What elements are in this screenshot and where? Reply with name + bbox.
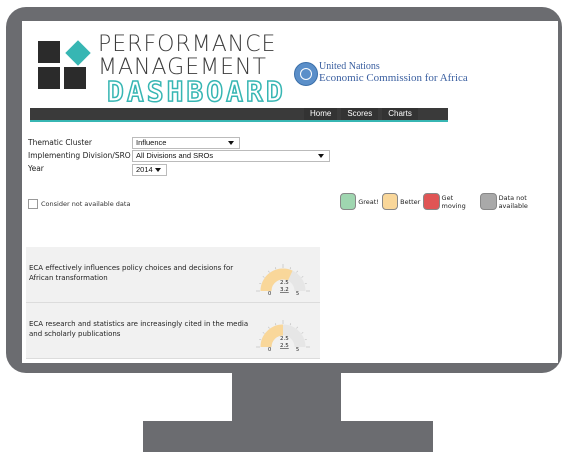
legend-swatch-get-moving: [423, 193, 440, 210]
title-performance: PERFORMANCE: [98, 32, 277, 57]
eca-name: Economic Commission for Africa: [319, 71, 468, 84]
gauge-target: 2.5: [280, 336, 289, 342]
gauge-tick: [289, 323, 292, 326]
indicator-row: ECA research and statistics are increasi…: [26, 303, 320, 359]
logo-block: [64, 67, 86, 89]
chevron-down-icon: [155, 168, 161, 172]
gauge-tick: [259, 338, 262, 341]
gauge-tick: [301, 332, 304, 334]
legend: Great! Better Get moving Data not availa…: [340, 193, 558, 210]
monitor-neck: [232, 369, 341, 423]
indicator-text: ECA research and statistics are increasi…: [29, 320, 249, 338]
chevron-down-icon: [318, 154, 324, 158]
gauge-max: 5: [296, 291, 299, 297]
gauge-tick: [262, 332, 265, 334]
legend-label-get-moving: Get moving: [441, 193, 466, 210]
nav-tabs: Home Scores Charts: [304, 108, 418, 122]
legend-swatch-not-available: [480, 193, 497, 210]
gauge-tick: [296, 270, 298, 273]
indicator-gauge: 2.5 2.5 0 5: [256, 320, 310, 353]
logo-diamond: [65, 40, 91, 66]
gauge-min: 0: [268, 347, 271, 353]
un-name: United Nations: [319, 61, 380, 72]
gauge-tick: [268, 326, 270, 329]
title-dashboard: DASHBOARD: [106, 75, 286, 108]
nav-scores[interactable]: Scores: [341, 108, 379, 122]
logo-block: [38, 67, 60, 89]
division-select[interactable]: All Divisions and SROs: [132, 150, 330, 162]
indicator-text: ECA effectively influences policy choice…: [29, 264, 234, 282]
dashboard-logo: [38, 40, 94, 97]
legend-label-great: Great!: [358, 197, 379, 206]
monitor-base: [143, 421, 433, 452]
monitor-frame: PERFORMANCE MANAGEMENT DASHBOARD United …: [6, 7, 562, 373]
un-logo-text: United Nations Economic Commission for A…: [319, 61, 468, 84]
gauge-tick: [274, 267, 277, 270]
division-value: All Divisions and SROs: [136, 151, 214, 160]
year-label: Year: [28, 164, 44, 173]
indicator-gauge: 2.5 3.2 0 5: [256, 264, 310, 297]
year-select[interactable]: 2014: [132, 164, 167, 176]
gauge-tick: [289, 267, 292, 270]
gauge-min: 0: [268, 291, 271, 297]
legend-swatch-great: [340, 193, 357, 210]
thematic-cluster-value: Influence: [136, 138, 167, 147]
gauge-tick: [259, 282, 262, 285]
dashboard-screen: PERFORMANCE MANAGEMENT DASHBOARD United …: [22, 21, 558, 363]
nav-home[interactable]: Home: [304, 108, 338, 122]
legend-label-not-available: Data not available: [498, 193, 528, 210]
gauge-tick: [296, 326, 298, 329]
gauge-score: 2.5: [280, 343, 289, 349]
chevron-down-icon: [228, 141, 234, 145]
gauge-max: 5: [296, 347, 299, 353]
consider-na-checkbox[interactable]: [28, 199, 38, 209]
gauge-tick: [304, 338, 307, 341]
gauge-tick: [304, 282, 307, 285]
un-emblem-icon: [294, 62, 318, 86]
gauge-tick: [262, 276, 265, 278]
consider-na-label: Consider not available data: [41, 200, 131, 208]
logo-block: [38, 41, 60, 63]
division-label: Implementing Division/SRO: [28, 151, 131, 160]
gauge-tick: [274, 323, 277, 326]
gauge-target: 2.5: [280, 280, 289, 286]
gauge-tick: [301, 276, 304, 278]
nav-charts[interactable]: Charts: [382, 108, 418, 122]
gauge-tick: [268, 270, 270, 273]
thematic-cluster-label: Thematic Cluster: [28, 138, 93, 147]
gauge-score: 3.2: [280, 287, 289, 293]
legend-swatch-better: [381, 193, 399, 210]
year-value: 2014: [136, 165, 153, 174]
indicator-row: ECA effectively influences policy choice…: [26, 247, 320, 303]
consider-na-row[interactable]: Consider not available data: [28, 199, 130, 209]
thematic-cluster-select[interactable]: Influence: [132, 137, 240, 149]
legend-label-better: Better: [400, 197, 421, 206]
